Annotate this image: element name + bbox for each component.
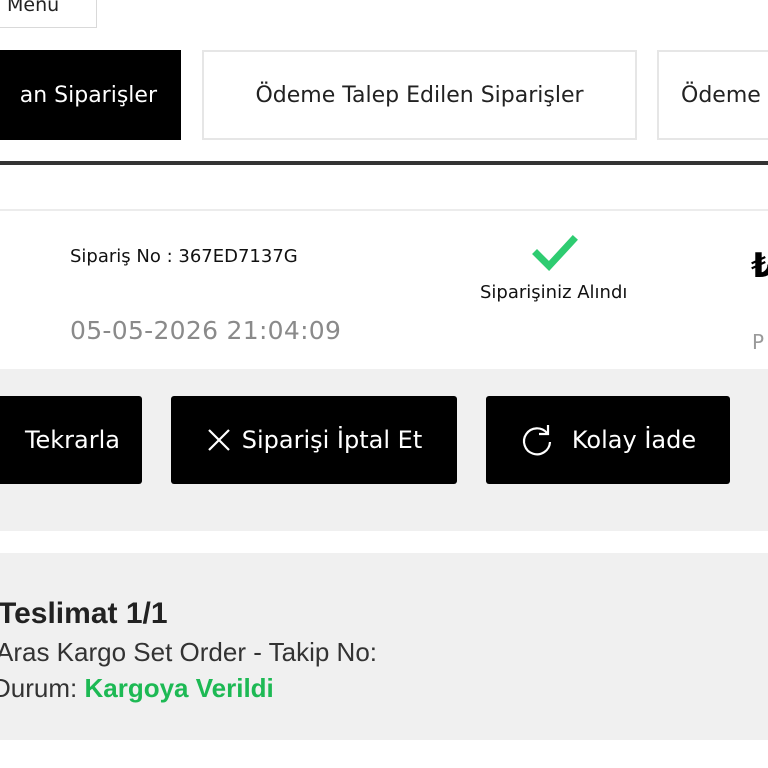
delivery-status-value: Kargoya Verildi (84, 673, 274, 703)
menu-button[interactable]: Menü (0, 0, 97, 28)
repeat-order-label: Tekrarla (24, 426, 120, 454)
order-number: Sipariş No : 367ED7137G (70, 246, 298, 267)
tab-payment-requested-orders[interactable]: Ödeme Talep Edilen Siparişler (202, 50, 637, 140)
order-status-text: Siparişiniz Alındı (480, 282, 628, 303)
menu-button-label: Menü (7, 0, 60, 16)
delivery-cargo-info: Aras Kargo Set Order - Takip No: (0, 637, 378, 667)
delivery-status-label: Durum: (0, 673, 85, 703)
cancel-order-label: Siparişi İptal Et (241, 426, 423, 454)
price-currency: ₺ (751, 246, 768, 286)
delivery-status: Durum: Kargoya Verildi (0, 673, 274, 704)
tab-payment-requested-label: Ödeme Talep Edilen Siparişler (255, 82, 584, 108)
refresh-icon (520, 423, 554, 457)
easy-return-button[interactable]: Kolay İade (486, 396, 730, 484)
tab-all-orders[interactable]: an Siparişler (0, 50, 181, 140)
tab-payment-label: Ödeme (681, 82, 761, 108)
cancel-order-button[interactable]: Siparişi İptal Et (171, 396, 457, 484)
card-divider (0, 209, 768, 211)
delivery-title: Teslimat 1/1 (0, 597, 168, 630)
tab-all-orders-label: an Siparişler (19, 82, 157, 108)
check-icon (532, 234, 578, 274)
tab-payment[interactable]: Ödeme (657, 50, 768, 140)
easy-return-label: Kolay İade (571, 426, 697, 454)
price-label-partial: P (752, 330, 765, 354)
close-icon (206, 427, 232, 453)
repeat-order-button[interactable]: Tekrarla (0, 396, 142, 484)
tabs-divider (0, 161, 768, 165)
order-date: 05-05-2026 21:04:09 (70, 316, 342, 345)
